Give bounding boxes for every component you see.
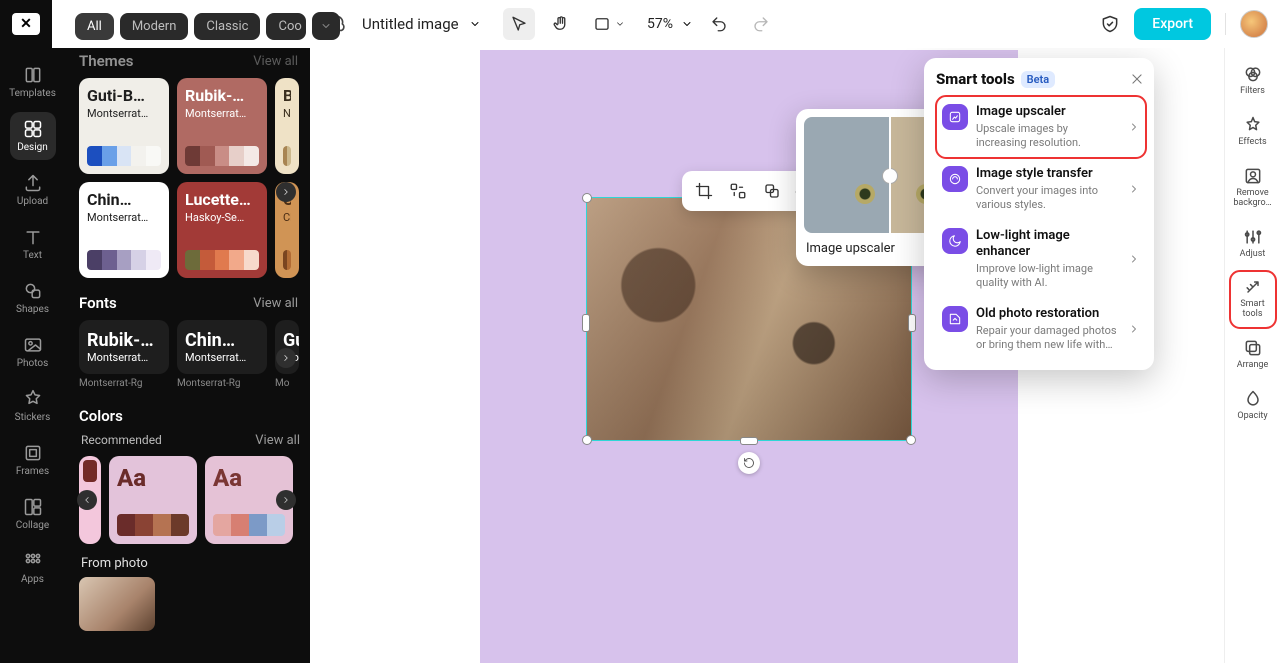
restore-icon — [942, 306, 968, 332]
rail-frames[interactable]: Frames — [10, 436, 56, 484]
tool-image-upscaler[interactable]: Image upscaler Upscale images by increas… — [936, 96, 1146, 158]
rail-text[interactable]: Text — [10, 220, 56, 268]
canvas-toolbar: 57% — [503, 8, 777, 40]
export-button[interactable]: Export — [1134, 8, 1211, 40]
top-bar: ✕ All Modern Classic Coo Untitled image … — [0, 0, 1280, 48]
from-photo-title: From photo — [81, 556, 300, 571]
font-card[interactable]: Rubik-…Montserrat…Montserrat-Rg — [79, 320, 169, 389]
chevron-down-icon — [681, 18, 693, 30]
rail-templates[interactable]: Templates — [10, 58, 56, 106]
resize-handle-bl[interactable] — [582, 435, 592, 445]
zoom-control[interactable]: 57% — [647, 16, 693, 32]
themes-row-1: Guti-B…Montserrat…Rubik-…Montserrat… BoNe — [79, 78, 300, 174]
detach-button[interactable] — [758, 177, 786, 205]
resize-handle-mb[interactable] — [740, 437, 758, 445]
rail-upload[interactable]: Upload — [10, 166, 56, 214]
tabs-more[interactable] — [312, 12, 340, 40]
upscaler-icon — [942, 104, 968, 130]
colors-viewall[interactable]: View all — [255, 433, 300, 448]
resize-handle-mr[interactable] — [908, 314, 916, 332]
font-card[interactable]: Chin…Montserrat…Montserrat-Rg — [177, 320, 267, 389]
tab-modern[interactable]: Modern — [120, 13, 189, 40]
tool-low-light[interactable]: Low-light image enhancer Improve low-lig… — [936, 220, 1146, 298]
design-panel: Themes View all Guti-B…Montserrat…Rubik-… — [65, 48, 310, 663]
theme-card[interactable]: Rubik-…Montserrat… — [177, 78, 267, 174]
rail-photos[interactable]: Photos — [10, 328, 56, 376]
document-title-text: Untitled image — [362, 15, 459, 33]
style-transfer-icon — [942, 166, 968, 192]
close-icon[interactable] — [1128, 70, 1146, 88]
colors-next[interactable] — [276, 490, 296, 510]
document-title[interactable]: Untitled image — [362, 15, 481, 33]
rr-smart-tools[interactable]: Smart tools — [1230, 271, 1276, 328]
themes-row-2: Chin…Montserrat…Lucette…Haskoy-Se…CaCle — [79, 182, 300, 278]
resize-handle-ml[interactable] — [582, 314, 590, 332]
fonts-row: Rubik-…Montserrat…Montserrat-RgChin…Mont… — [79, 320, 300, 389]
from-photo-thumb[interactable] — [79, 577, 155, 631]
smart-tools-title: Smart tools — [936, 70, 1015, 88]
select-tool[interactable] — [503, 8, 535, 40]
category-tabs: All Modern Classic Coo — [75, 8, 340, 44]
rr-remove-bg[interactable]: Remove backgro… — [1230, 160, 1276, 217]
resize-handle-tl[interactable] — [582, 193, 592, 203]
rail-design[interactable]: Design — [10, 112, 56, 160]
color-card[interactable]: Aa — [109, 456, 197, 544]
fonts-next[interactable] — [276, 348, 296, 368]
themes-title: Themes — [79, 52, 133, 70]
rail-shapes[interactable]: Shapes — [10, 274, 56, 322]
tool-old-photo[interactable]: Old photo restoration Repair your damage… — [936, 298, 1146, 360]
rr-effects[interactable]: Effects — [1230, 109, 1276, 156]
theme-card[interactable]: BoNe — [275, 78, 299, 174]
rr-opacity[interactable]: Opacity — [1230, 383, 1276, 430]
chevron-right-icon — [1128, 183, 1140, 195]
rail-apps[interactable]: Apps — [10, 544, 56, 592]
beta-badge: Beta — [1021, 71, 1056, 88]
canvas-area[interactable]: ⋯ Image upscaler Smart tools Beta — [310, 48, 1224, 663]
zoom-value: 57% — [647, 16, 673, 32]
colors-prev[interactable] — [77, 490, 97, 510]
fonts-viewall[interactable]: View all — [253, 296, 298, 311]
rr-adjust[interactable]: Adjust — [1230, 221, 1276, 268]
chevron-right-icon — [1128, 121, 1140, 133]
theme-card[interactable]: Guti-B…Montserrat… — [79, 78, 169, 174]
themes-viewall[interactable]: View all — [253, 54, 298, 69]
undo-button[interactable] — [703, 8, 735, 40]
color-row: AaAa — [79, 456, 300, 544]
smart-tools-popover: Smart tools Beta Image upscaler Upscale … — [924, 58, 1154, 370]
rotate-handle[interactable] — [738, 452, 760, 474]
crop-button[interactable] — [690, 177, 718, 205]
fonts-title: Fonts — [79, 294, 117, 312]
tool-style-transfer[interactable]: Image style transfer Convert your images… — [936, 158, 1146, 220]
hand-tool[interactable] — [545, 8, 577, 40]
tab-cool-partial[interactable]: Coo — [266, 13, 305, 40]
themes-next[interactable] — [276, 182, 296, 202]
low-light-icon — [942, 228, 968, 254]
shield-icon[interactable] — [1100, 14, 1120, 34]
redo-button[interactable] — [745, 8, 777, 40]
left-nav-rail: Templates Design Upload Text Shapes Phot… — [0, 48, 65, 663]
chevron-right-icon — [1128, 323, 1140, 335]
resize-handle-br[interactable] — [906, 435, 916, 445]
user-avatar[interactable] — [1240, 10, 1268, 38]
colors-recommended: Recommended — [81, 433, 162, 448]
chevron-right-icon — [1128, 253, 1140, 265]
app-logo[interactable]: ✕ — [0, 0, 52, 48]
colors-title: Colors — [79, 407, 123, 425]
replace-button[interactable] — [724, 177, 752, 205]
resize-canvas-dropdown[interactable] — [587, 8, 631, 40]
theme-card[interactable]: Lucette…Haskoy-Se… — [177, 182, 267, 278]
rr-filters[interactable]: Filters — [1230, 58, 1276, 105]
chevron-down-icon — [469, 18, 481, 30]
tab-all[interactable]: All — [75, 13, 114, 40]
rail-collage[interactable]: Collage — [10, 490, 56, 538]
tab-classic[interactable]: Classic — [194, 13, 260, 40]
right-rail: Filters Effects Remove backgro… Adjust S… — [1224, 48, 1280, 663]
rail-stickers[interactable]: Stickers — [10, 382, 56, 430]
rr-arrange[interactable]: Arrange — [1230, 332, 1276, 379]
theme-card[interactable]: Chin…Montserrat… — [79, 182, 169, 278]
